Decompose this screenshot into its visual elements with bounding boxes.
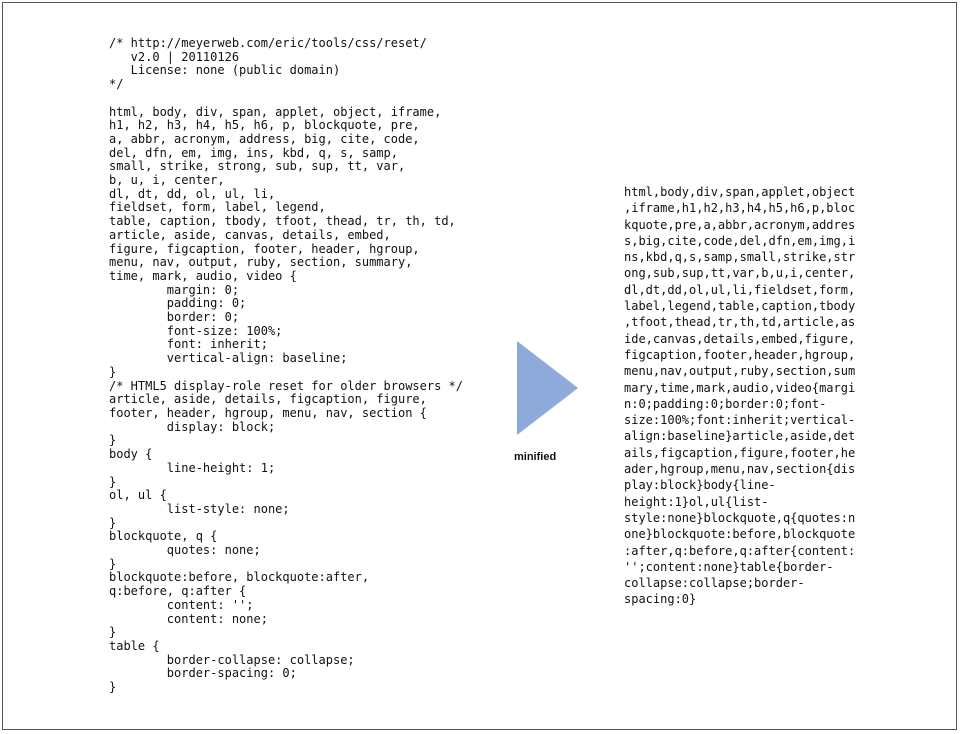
- right-arrow-icon: [517, 341, 578, 435]
- original-css-code: /* http://meyerweb.com/eric/tools/css/re…: [109, 36, 464, 695]
- minified-css-code: html,body,div,span,applet,object ,iframe…: [624, 185, 856, 607]
- slide-frame: /* http://meyerweb.com/eric/tools/css/re…: [2, 2, 957, 730]
- arrow-label: minified: [514, 451, 557, 463]
- arrow-triangle: [517, 341, 578, 435]
